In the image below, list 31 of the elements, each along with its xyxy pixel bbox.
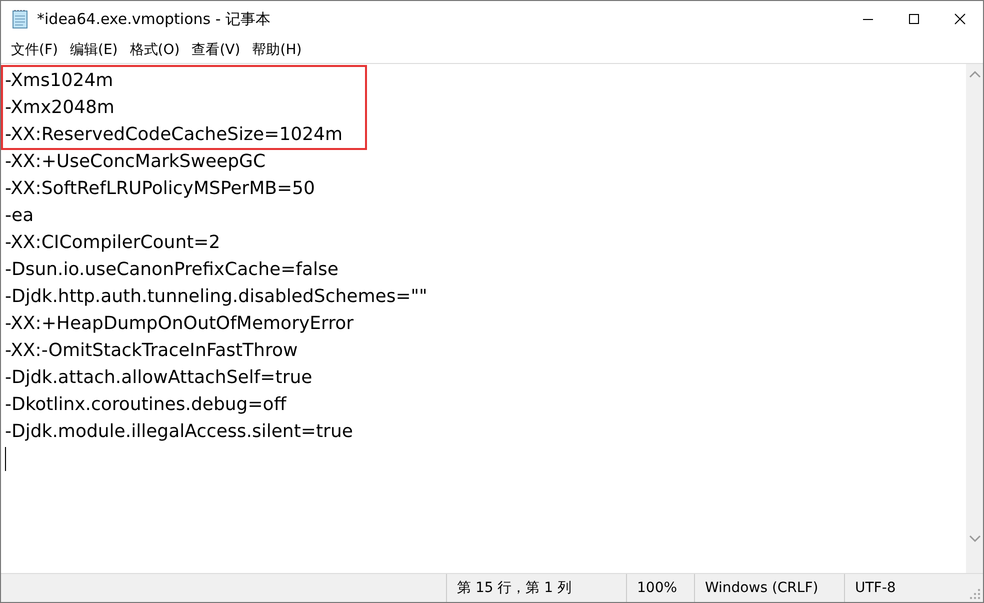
text-line: -XX:+HeapDumpOnOutOfMemoryError (5, 312, 354, 336)
window-title: *idea64.exe.vmoptions - 记事本 (37, 10, 271, 28)
text-line: -Djdk.attach.allowAttachSelf=true (5, 366, 314, 390)
text-line: -XX:ReservedCodeCacheSize=1024m (5, 123, 343, 147)
menu-item[interactable]: 帮助(H) (248, 39, 306, 61)
close-icon (954, 13, 966, 25)
text-line: -Djdk.module.illegalAccess.silent=true (5, 420, 354, 444)
status-text: 第 15 行，第 1 列 (446, 574, 626, 602)
text-cursor (5, 447, 6, 471)
text-line: -Xmx2048m (5, 96, 116, 120)
text-line: -XX:-OmitStackTraceInFastThrow (5, 339, 299, 363)
menu-item[interactable]: 编辑(E) (66, 39, 122, 61)
resize-grip-icon[interactable] (969, 588, 981, 600)
menu-item[interactable]: 格式(O) (126, 39, 184, 61)
menu-item[interactable]: 文件(F) (7, 39, 62, 61)
menu-item[interactable]: 查看(V) (188, 39, 244, 61)
scroll-down-icon (968, 535, 980, 543)
text-line: -XX:+UseConcMarkSweepGC (5, 150, 267, 174)
text-line: -Dsun.io.useCanonPrefixCache=false (5, 258, 340, 282)
text-line: -Djdk.http.auth.tunneling.disabledSchemes="" (5, 285, 428, 309)
text-line: -Xms1024m (5, 69, 114, 93)
status-text: 100% (626, 574, 694, 602)
notepad-icon (11, 9, 29, 29)
status-text: Windows (CRLF) (694, 574, 844, 602)
text-line: -ea (5, 204, 35, 228)
text-line: -Dkotlinx.coroutines.debug=off (5, 393, 288, 417)
scroll-up-icon (968, 70, 980, 78)
text-line: -XX:CICompilerCount=2 (5, 231, 222, 255)
maximize-icon (908, 13, 920, 25)
text-line: -XX:SoftRefLRUPolicyMSPerMB=50 (5, 177, 316, 201)
vertical-scrollbar[interactable] (966, 64, 983, 573)
